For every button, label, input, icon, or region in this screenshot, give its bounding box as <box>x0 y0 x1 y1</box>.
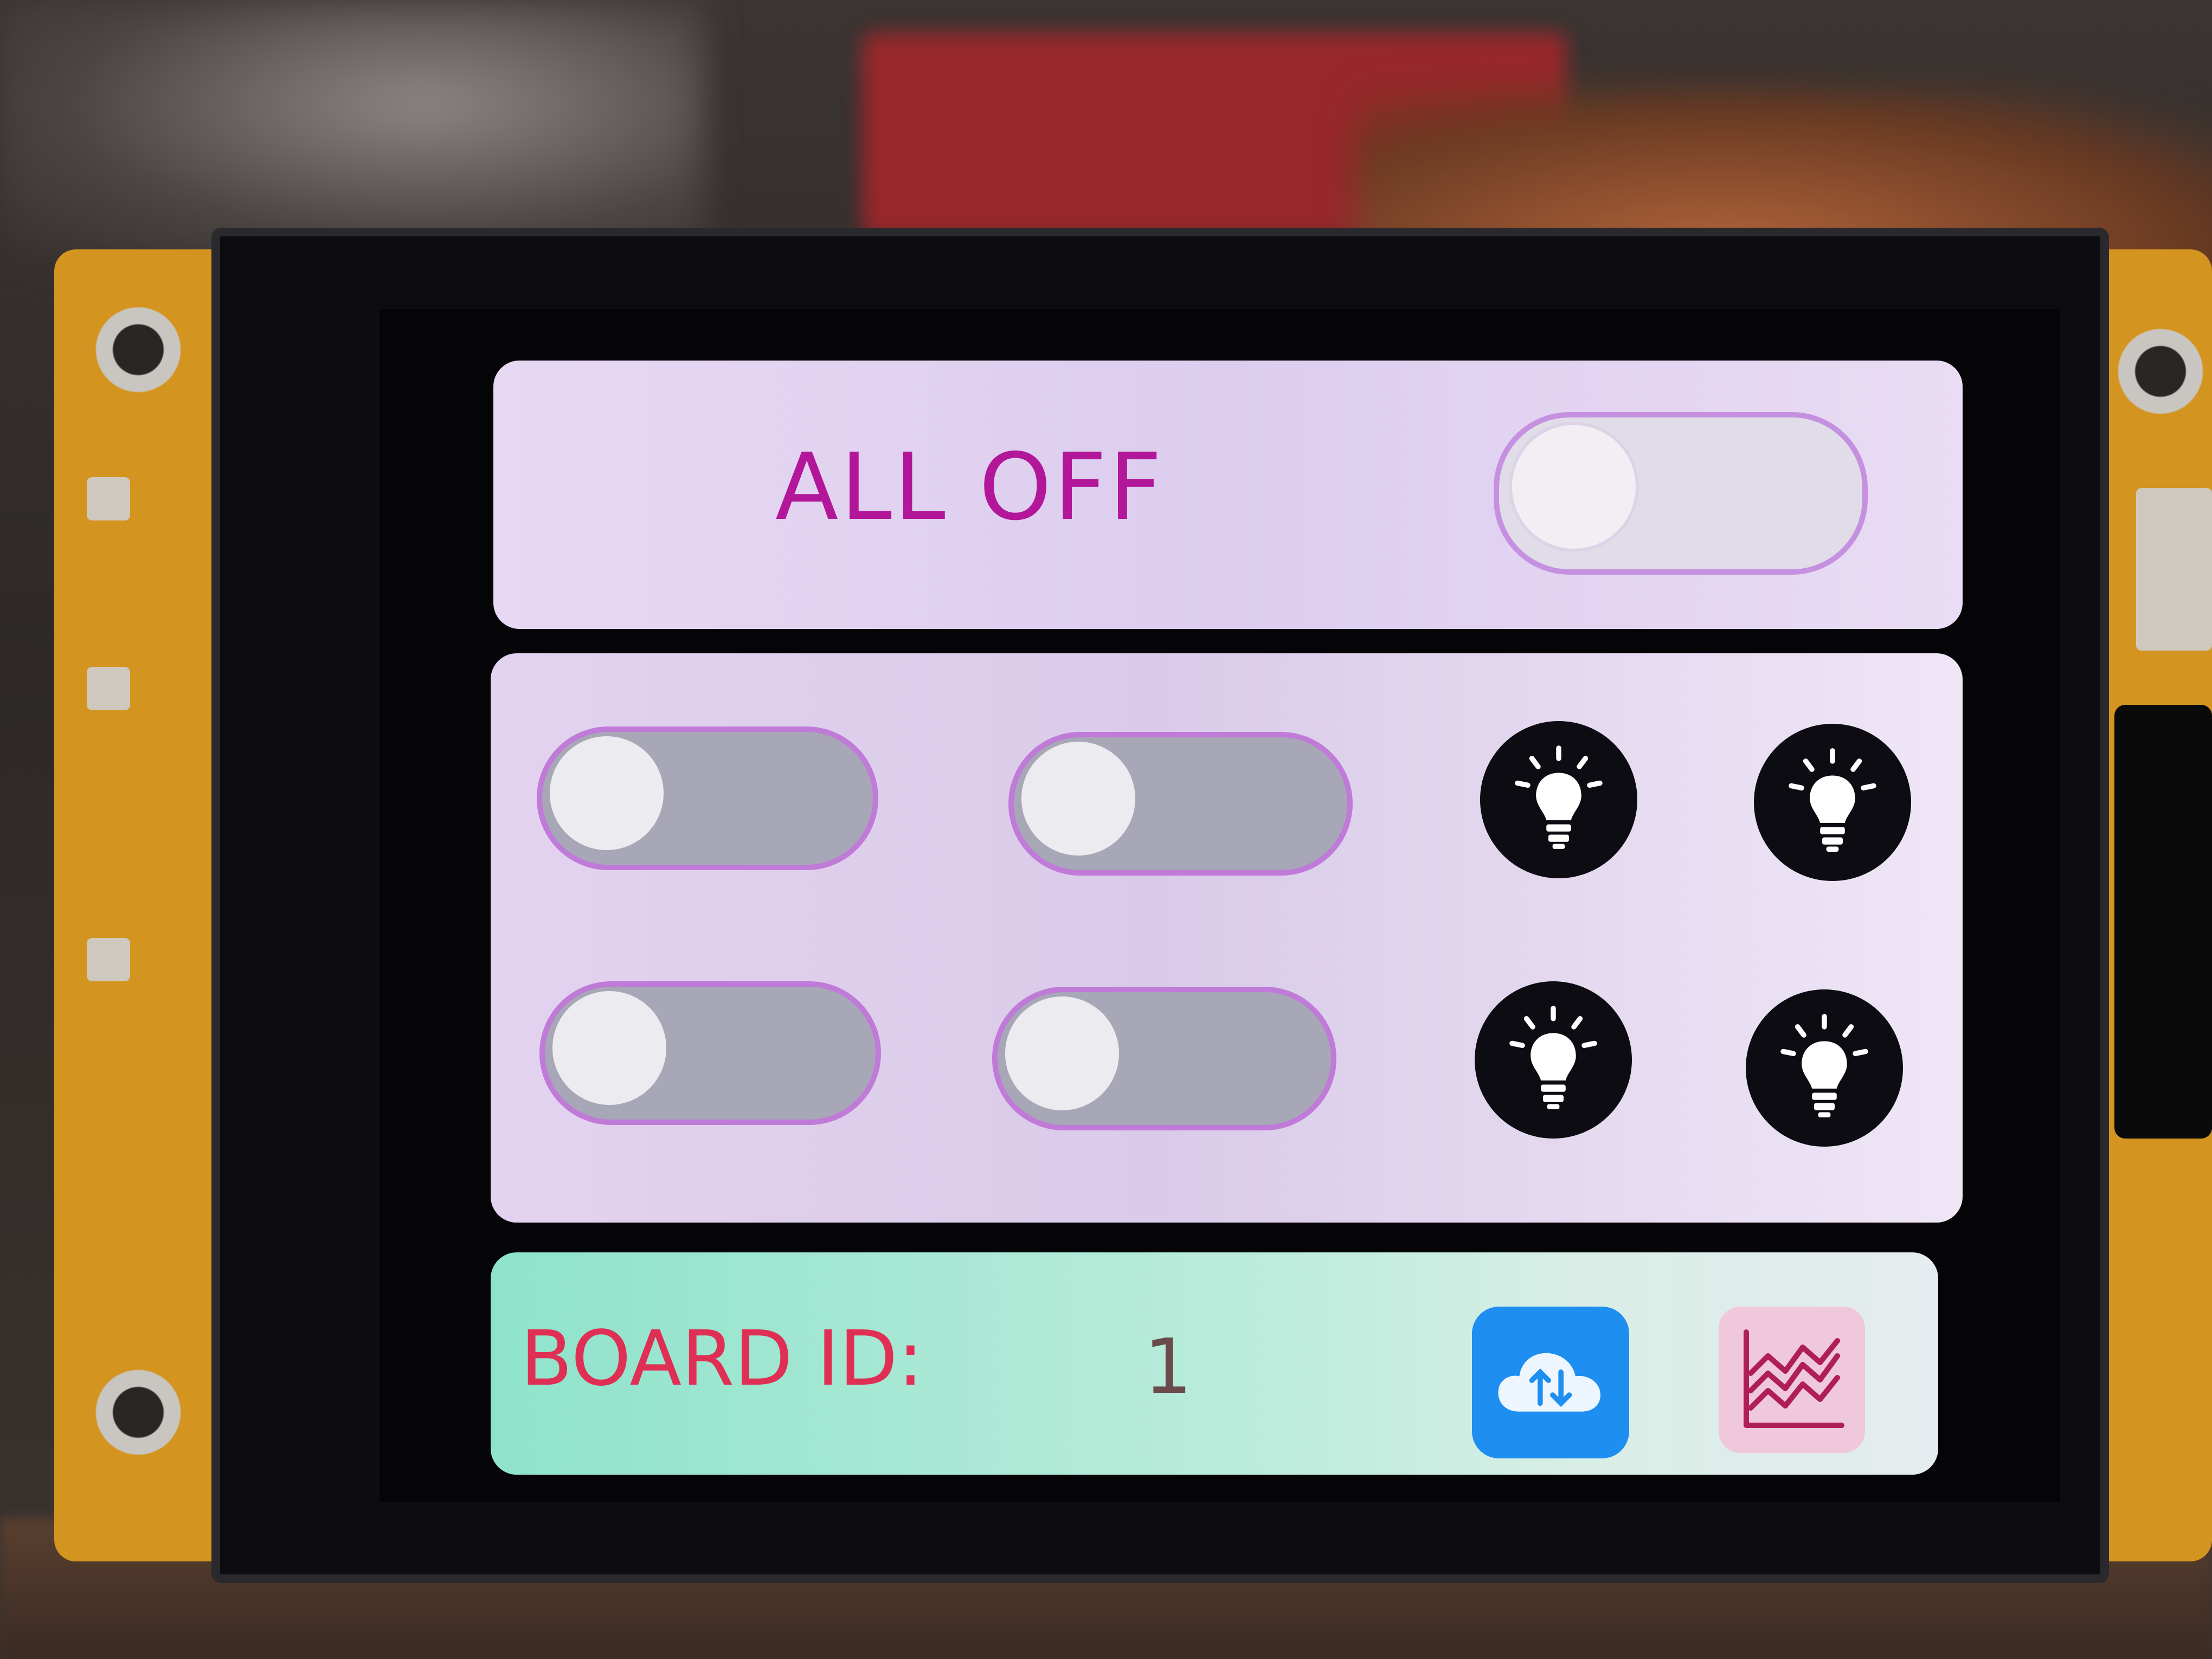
toggle-knob <box>552 991 666 1105</box>
toggle-knob <box>1005 996 1119 1110</box>
mounting-hole <box>2114 325 2207 417</box>
all-off-label: ALL OFF <box>775 434 1165 541</box>
mounting-hole <box>92 304 184 396</box>
relay-toggle-1[interactable] <box>537 726 878 870</box>
pcb-component <box>87 667 130 710</box>
lightbulb-button-1[interactable] <box>1480 721 1637 878</box>
side-module <box>2114 705 2212 1139</box>
mounting-hole <box>92 1366 184 1458</box>
chart-icon <box>1744 1329 1844 1428</box>
lightbulb-button-2[interactable] <box>1754 724 1911 881</box>
background-light <box>0 0 705 260</box>
lightbulb-icon <box>1515 745 1603 850</box>
lightbulb-button-3[interactable] <box>1475 981 1632 1139</box>
lightbulb-icon <box>1789 748 1876 852</box>
pcb-component <box>87 938 130 981</box>
relay-toggle-3[interactable] <box>539 981 881 1125</box>
chart-button[interactable] <box>1719 1307 1865 1453</box>
lightbulb-icon <box>1780 1014 1868 1118</box>
cloud-sync-icon <box>1498 1353 1600 1412</box>
photo-scene: ALL OFF BOARD ID: 1 <box>0 0 2212 1659</box>
board-id-label: BOARD ID: <box>520 1315 923 1403</box>
all-off-toggle[interactable] <box>1494 412 1868 575</box>
toggle-knob <box>1021 742 1135 856</box>
relay-toggle-4[interactable] <box>992 987 1336 1130</box>
pcb-component <box>87 477 130 520</box>
toggle-knob <box>550 736 664 850</box>
usb-connector <box>2136 488 2212 651</box>
lightbulb-button-4[interactable] <box>1746 989 1903 1147</box>
board-id-value: 1 <box>1144 1323 1193 1411</box>
lightbulb-icon <box>1509 1006 1597 1110</box>
toggle-knob <box>1509 422 1639 552</box>
cloud-sync-button[interactable] <box>1472 1307 1629 1458</box>
relay-toggle-2[interactable] <box>1008 732 1353 876</box>
